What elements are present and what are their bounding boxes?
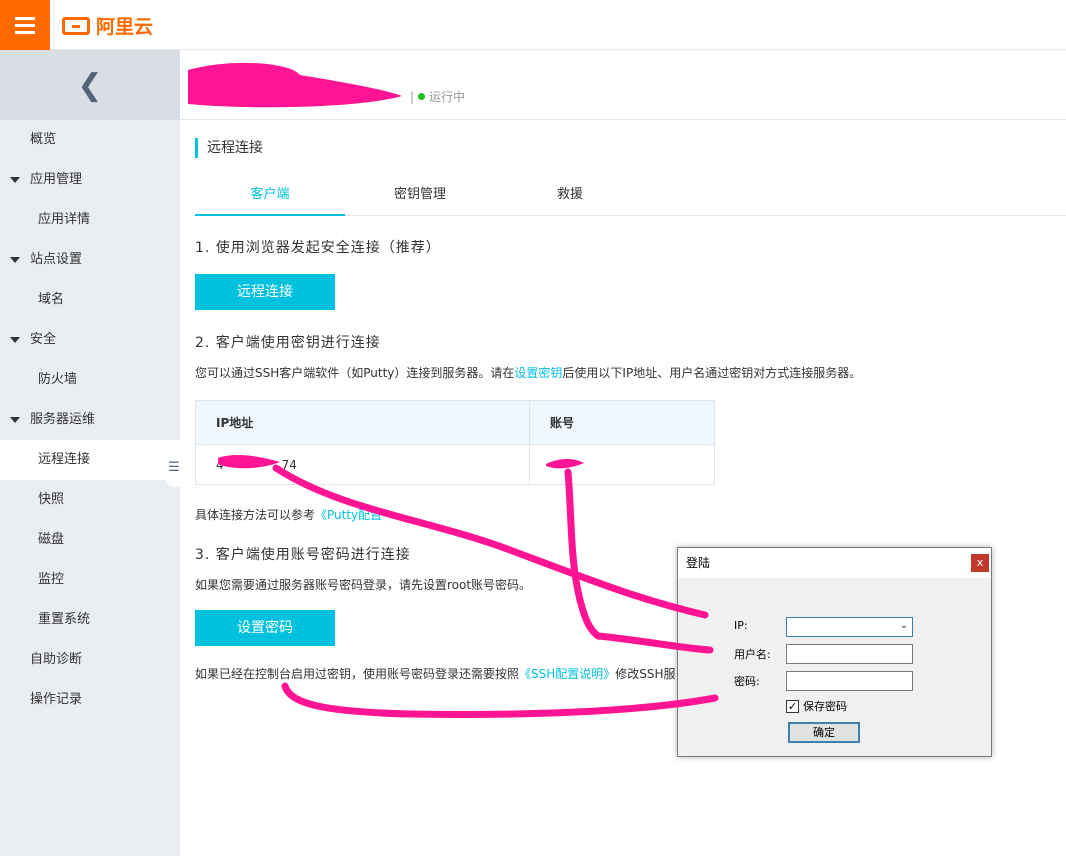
close-icon[interactable]: x	[971, 554, 989, 572]
sidebar-item-label: 自助诊断	[30, 652, 83, 667]
ssh-config-link[interactable]: 《SSH配置说明》	[519, 667, 615, 681]
step3-heading: 3. 客户端使用账号密码进行连接	[195, 547, 411, 563]
tab-client[interactable]: 客户端	[195, 178, 345, 216]
chevron-down-icon: ⌄	[899, 620, 908, 631]
login-dialog: 登陆 x IP: ⌄ 用户名: 密码: ✓ 保存密码 确定	[677, 547, 992, 757]
ip-cell: 4 74	[195, 444, 530, 485]
sidebar-item-label: 站点设置	[30, 252, 83, 267]
ip-select[interactable]: ⌄	[786, 617, 913, 637]
account-cell	[529, 444, 715, 485]
caret-down-icon	[10, 417, 20, 423]
column-header-ip: IP地址	[195, 400, 530, 445]
column-header-account: 账号	[529, 400, 715, 445]
logo-text: 阿里云	[96, 16, 154, 38]
remote-connect-button[interactable]: 远程连接	[195, 274, 335, 310]
status-text: 运行中	[429, 90, 466, 104]
ip-end: 74	[281, 457, 297, 472]
hamburger-icon[interactable]	[0, 0, 50, 50]
ip-table: IP地址 账号 4 74	[195, 400, 715, 485]
password-field[interactable]	[786, 671, 913, 691]
username-label: 用户名:	[734, 648, 771, 661]
desc-text: 如果已经在控制台启用过密钥，使用账号密码登录还需要按照	[195, 667, 520, 681]
step2-description: 您可以通过SSH客户端软件（如Putty）连接到服务器。请在设置密钥后使用以下I…	[195, 364, 861, 381]
status-badge: | 运行中	[410, 88, 465, 105]
sidebar-item-label: 快照	[38, 492, 65, 507]
sidebar-item-firewall[interactable]: 防火墙	[0, 360, 180, 400]
username-field[interactable]	[786, 644, 913, 664]
ip-label: IP:	[734, 619, 748, 632]
separator: |	[410, 89, 415, 104]
ip-start: 4	[216, 457, 224, 472]
sidebar-item-domain[interactable]: 域名	[0, 280, 180, 320]
save-password-checkbox[interactable]: ✓ 保存密码	[786, 698, 847, 714]
sidebar: ❮ 概览 应用管理 应用详情 站点设置 域名 安全 防火墙 服务器运维 远程连接…	[0, 50, 180, 856]
aliyun-logo-icon	[62, 16, 90, 35]
sidebar-item-remote[interactable]: 远程连接	[0, 440, 180, 480]
sidebar-group-site[interactable]: 站点设置	[0, 240, 180, 280]
sidebar-item-reset[interactable]: 重置系统	[0, 600, 180, 640]
checkmark-icon: ✓	[786, 699, 799, 713]
set-password-button[interactable]: 设置密码	[195, 610, 335, 646]
sidebar-item-label: 远程连接	[38, 452, 91, 467]
step3-description: 如果您需要通过服务器账号密码登录，请先设置root账号密码。	[195, 578, 532, 592]
dialog-title-bar: 登陆 x	[678, 548, 991, 578]
desc-text: 后使用以下IP地址、用户名通过密钥对方式连接服务器。	[562, 366, 862, 380]
sidebar-group-ops[interactable]: 服务器运维	[0, 400, 180, 440]
chevron-left-icon[interactable]: ❮	[0, 50, 180, 120]
tab-rescue[interactable]: 救援	[495, 178, 645, 216]
desc-text: 具体连接方法可以参考	[195, 508, 316, 522]
table-row: 4 74	[195, 444, 715, 485]
desc-text: 修改SSH服	[615, 667, 676, 681]
dialog-title: 登陆	[686, 556, 711, 570]
sidebar-item-label: 域名	[38, 292, 65, 307]
step2-heading: 2. 客户端使用密钥进行连接	[195, 335, 381, 351]
sidebar-item-label: 服务器运维	[30, 412, 96, 427]
sidebar-item-label: 概览	[30, 132, 57, 147]
logo[interactable]: 阿里云	[62, 12, 153, 39]
sidebar-item-overview[interactable]: 概览	[0, 120, 180, 160]
caret-down-icon	[10, 337, 20, 343]
top-bar: 阿里云	[0, 0, 1066, 50]
sidebar-item-label: 操作记录	[30, 692, 83, 707]
sidebar-item-diagnose[interactable]: 自助诊断	[0, 640, 180, 680]
ok-button[interactable]: 确定	[788, 722, 860, 743]
sidebar-item-label: 重置系统	[38, 612, 91, 627]
running-dot-icon	[418, 93, 426, 100]
sidebar-item-snapshot[interactable]: 快照	[0, 480, 180, 520]
desc-text: 您可以通过SSH客户端软件（如Putty）连接到服务器。请在	[195, 366, 515, 380]
tab-key-management[interactable]: 密钥管理	[345, 178, 495, 216]
reference-text: 具体连接方法可以参考《Putty配置	[195, 506, 382, 523]
putty-guide-link[interactable]: 《Putty配置	[315, 508, 382, 522]
sidebar-item-logs[interactable]: 操作记录	[0, 680, 180, 720]
footer-note: 如果已经在控制台启用过密钥，使用账号密码登录还需要按照《SSH配置说明》修改SS…	[195, 665, 676, 682]
section-title: 远程连接	[195, 138, 263, 158]
instance-header: | 运行中	[180, 50, 1066, 120]
sidebar-item-monitor[interactable]: 监控	[0, 560, 180, 600]
tab-bar: 客户端 密钥管理 救援	[195, 178, 1066, 216]
sidebar-item-label: 安全	[30, 332, 57, 347]
sidebar-item-label: 应用详情	[38, 212, 91, 227]
sidebar-group-app[interactable]: 应用管理	[0, 160, 180, 200]
sidebar-item-label: 应用管理	[30, 172, 83, 187]
caret-down-icon	[10, 257, 20, 263]
sidebar-item-app-detail[interactable]: 应用详情	[0, 200, 180, 240]
save-password-label: 保存密码	[803, 700, 847, 713]
step1-heading: 1. 使用浏览器发起安全连接（推荐）	[195, 240, 441, 256]
sidebar-group-security[interactable]: 安全	[0, 320, 180, 360]
sidebar-item-label: 磁盘	[38, 532, 65, 547]
sidebar-item-label: 监控	[38, 572, 65, 587]
password-label: 密码:	[734, 675, 760, 688]
set-key-link[interactable]: 设置密钥	[514, 366, 562, 380]
sidebar-item-disk[interactable]: 磁盘	[0, 520, 180, 560]
caret-down-icon	[10, 177, 20, 183]
sidebar-item-label: 防火墙	[38, 372, 78, 387]
